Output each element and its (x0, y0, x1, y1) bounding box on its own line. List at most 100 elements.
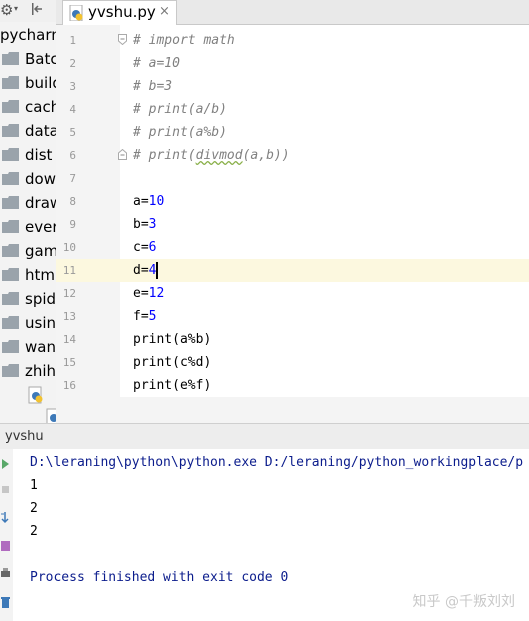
code-text: e=12 (133, 282, 164, 305)
python-file-icon[interactable] (28, 386, 46, 404)
tree-folder[interactable]: draw (2, 192, 56, 214)
gear-icon[interactable]: ⚙ (0, 0, 13, 20)
code-line[interactable]: 13 f=5 (56, 305, 529, 328)
folder-icon (2, 76, 19, 89)
folder-icon (2, 52, 19, 65)
current-code-line[interactable]: 11 d=4 (56, 259, 529, 282)
tree-folder-label: htm (25, 266, 55, 284)
tree-folder[interactable]: data (2, 120, 56, 142)
code-line[interactable]: 2 # a=10 (56, 52, 529, 75)
close-icon[interactable]: × (159, 4, 170, 19)
tree-folder[interactable]: dow (2, 168, 56, 190)
line-number: 11 (62, 264, 76, 277)
line-number: 1 (69, 34, 76, 47)
code-line[interactable]: 4 # print(a/b) (56, 98, 529, 121)
code-fragment: d= (133, 263, 149, 278)
tree-folder[interactable]: usin (2, 312, 56, 334)
dropdown-arrow-icon[interactable]: ▾ (14, 4, 18, 13)
line-number: 3 (69, 80, 76, 93)
code-line[interactable]: 12 e=12 (56, 282, 529, 305)
console-line: Process finished with exit code 0 (30, 570, 289, 585)
line-number: 10 (62, 241, 76, 254)
tree-folder-label: spid (25, 290, 56, 308)
text-caret (156, 262, 158, 279)
tree-folder-label: data (25, 122, 56, 140)
warning-underline: divmod (195, 148, 243, 163)
tree-folder[interactable]: Batc (2, 48, 56, 70)
folder-icon (2, 148, 19, 161)
line-number: 13 (62, 310, 76, 323)
folder-icon (2, 124, 19, 137)
code-line[interactable]: 15 print(c%d) (56, 351, 529, 374)
run-toolbar (0, 449, 13, 621)
run-config-title[interactable]: yvshu (5, 429, 44, 444)
code-text: a=10 (133, 190, 164, 213)
tree-folder-label: draw (25, 194, 56, 212)
code-line[interactable]: 8 a=10 (56, 190, 529, 213)
code-line[interactable]: 6 # print(divmod(a,b)) (56, 144, 529, 167)
tree-folder[interactable]: ever (2, 216, 56, 238)
code-line[interactable]: 14 print(a%b) (56, 328, 529, 351)
folder-icon (2, 292, 19, 305)
code-text: print(c%d) (133, 355, 212, 370)
tree-folder[interactable]: zhih (2, 360, 56, 382)
code-line[interactable]: 5 # print(a%b) (56, 121, 529, 144)
code-line[interactable]: 16 print(e%f) (56, 374, 529, 397)
scroll-icon[interactable] (0, 511, 11, 525)
code-fragment: e= (133, 286, 149, 301)
tree-folder[interactable]: gam (2, 240, 56, 262)
code-line[interactable]: 9 b=3 (56, 213, 529, 236)
folder-icon (2, 340, 19, 353)
stop-icon[interactable] (0, 483, 11, 497)
code-line[interactable]: 10 c=6 (56, 236, 529, 259)
line-number: 5 (69, 126, 76, 139)
python-file-icon (69, 5, 83, 21)
code-text: # import math (133, 33, 235, 48)
tree-folder[interactable]: build (2, 72, 56, 94)
line-number: 7 (69, 172, 76, 185)
tree-folder[interactable]: dist (2, 144, 56, 166)
code-fragment: # print( (133, 148, 196, 163)
code-text: # print(divmod(a,b)) (133, 144, 290, 167)
rerun-icon[interactable] (0, 457, 11, 471)
print-icon[interactable] (0, 567, 11, 581)
tree-folder-label: usin (25, 314, 56, 332)
code-line[interactable]: 7 (56, 167, 529, 190)
code-line[interactable]: 1 # import math (56, 29, 529, 52)
folder-icon (2, 100, 19, 113)
editor-bottom-area (56, 397, 529, 423)
tree-folder[interactable]: spid (2, 288, 56, 310)
console-line: D:\leraning\python\python.exe D:/leranin… (30, 455, 524, 470)
line-number: 8 (69, 195, 76, 208)
console-line: 2 (30, 501, 38, 516)
code-line[interactable]: 3 # b=3 (56, 75, 529, 98)
number-literal: 10 (148, 194, 165, 209)
code-text: # b=3 (133, 79, 173, 94)
collapse-icon[interactable] (31, 2, 43, 16)
tree-folder-label: Batc (25, 50, 56, 68)
fold-icon[interactable] (118, 34, 127, 45)
trash-icon[interactable] (0, 595, 11, 609)
tab-yvshu[interactable]: yvshu.py × (62, 0, 177, 25)
code-text: f=5 (133, 305, 156, 328)
tree-folder-label: gam (25, 242, 56, 260)
line-number: 9 (69, 218, 76, 231)
python-file-icon[interactable] (46, 408, 56, 423)
number-literal: 12 (148, 286, 165, 301)
console-line: 1 (30, 478, 38, 493)
sidebar-toolbar: ⚙ ▾ (0, 0, 56, 22)
fold-icon[interactable] (118, 149, 127, 160)
tree-folder[interactable]: cach (2, 96, 56, 118)
tree-folder-label: build (25, 74, 56, 92)
tree-folder-label: dist (25, 146, 53, 164)
tree-folder[interactable]: htm (2, 264, 56, 286)
project-sidebar: ⚙ ▾ pycharm Batc build cach data dist do… (0, 0, 56, 423)
code-text: d=4 (133, 259, 156, 282)
tree-folder[interactable]: wan (2, 336, 56, 358)
code-editor[interactable]: yvshu.py × 1 # import math 2 # a=10 3 # … (56, 0, 529, 423)
line-number: 16 (62, 379, 76, 392)
editor-tabbar: yvshu.py × (56, 0, 529, 25)
project-root[interactable]: pycharm (0, 26, 56, 44)
debug-icon[interactable] (0, 539, 11, 553)
line-number: 2 (69, 57, 76, 70)
